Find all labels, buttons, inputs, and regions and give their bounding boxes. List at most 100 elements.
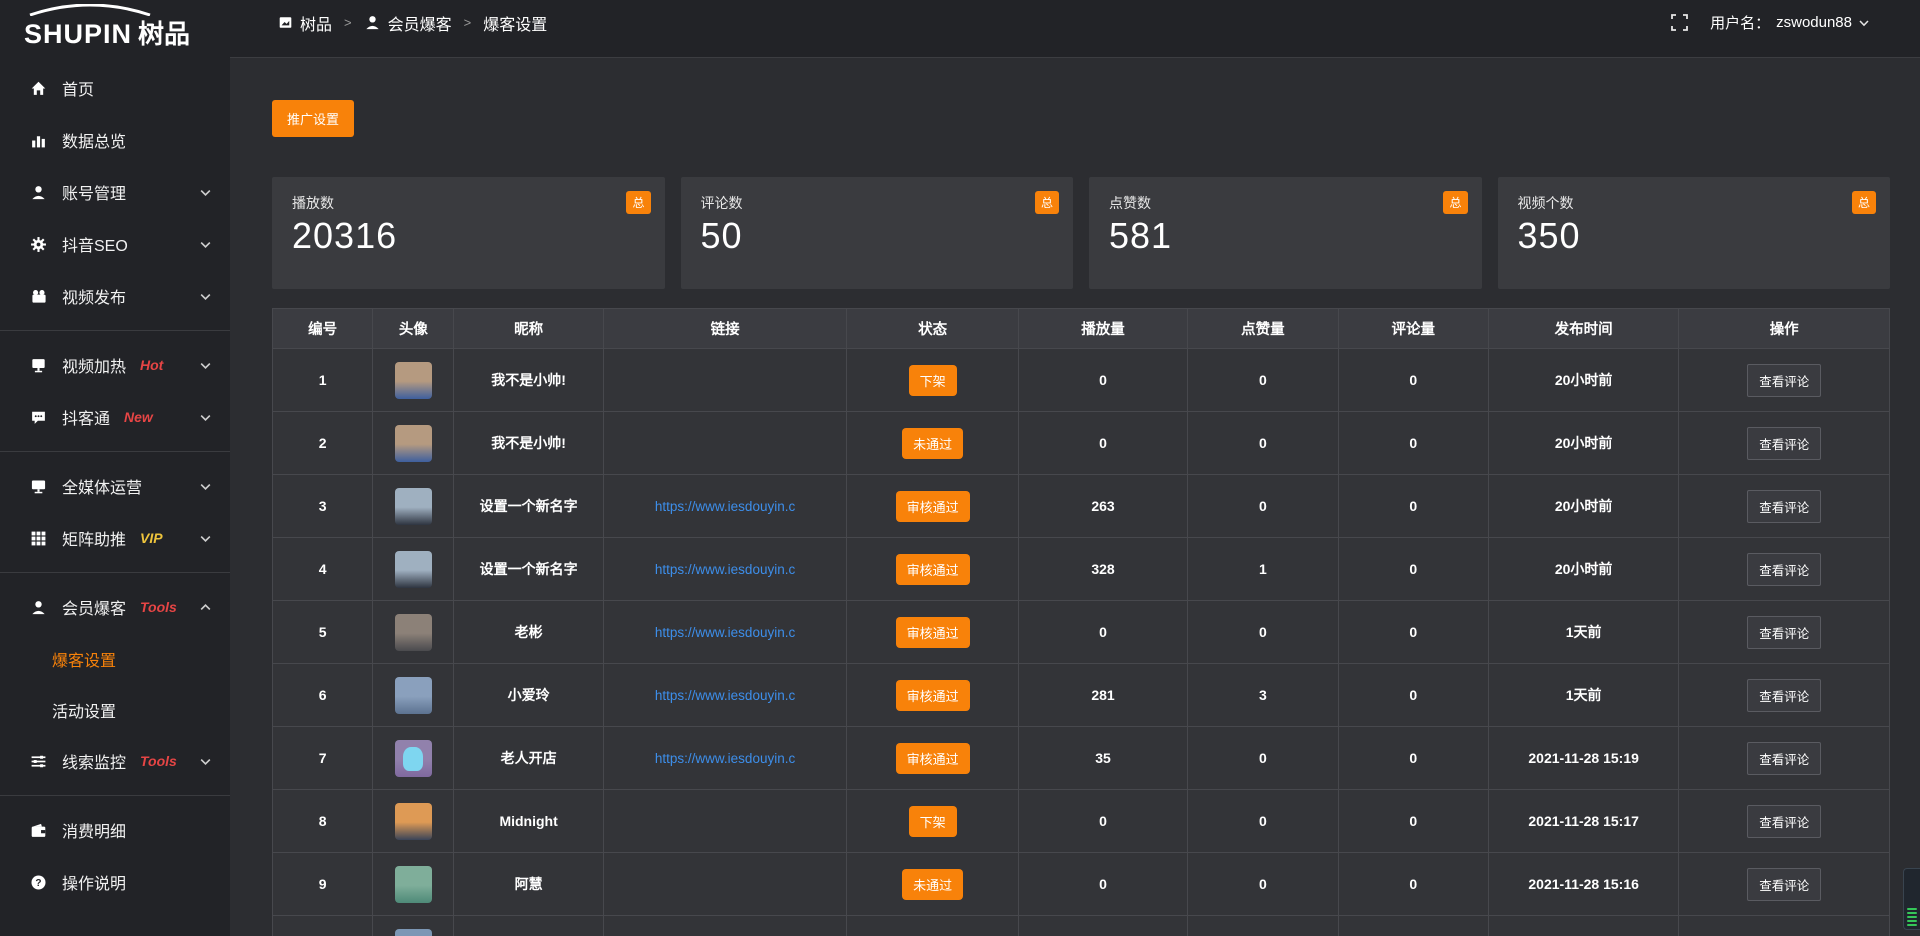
- table-row: 2我不是小帅!未通过00020小时前查看评论: [273, 412, 1890, 475]
- view-comments-button[interactable]: 查看评论: [1747, 616, 1821, 649]
- cell-action: 查看评论: [1679, 853, 1890, 916]
- total-badge: 总: [1852, 191, 1876, 214]
- cell-publish-time: 1天前: [1488, 601, 1678, 664]
- cell-likes: 0: [1188, 790, 1338, 853]
- chat-icon: [30, 408, 48, 426]
- cell-publish-time: 20小时前: [1488, 475, 1678, 538]
- video-link[interactable]: https://www.iesdouyin.c: [608, 751, 843, 766]
- cell-publish-time: [1488, 916, 1678, 936]
- video-link[interactable]: https://www.iesdouyin.c: [608, 562, 843, 577]
- sidebar-item-操作说明[interactable]: ?操作说明: [0, 856, 230, 908]
- video-link[interactable]: https://www.iesdouyin.c: [608, 499, 843, 514]
- sidebar-item-badge: New: [124, 409, 153, 425]
- cell-plays: 0: [1018, 790, 1187, 853]
- cell-nickname: 阿慧: [454, 853, 603, 916]
- equalizer-bar: [1907, 924, 1917, 926]
- sidebar-item-消费明细[interactable]: 消费明细: [0, 804, 230, 856]
- view-comments-button[interactable]: 查看评论: [1747, 490, 1821, 523]
- sidebar-subitem-活动设置[interactable]: 活动设置: [0, 684, 230, 735]
- cell-comments: 0: [1338, 601, 1488, 664]
- breadcrumb-separator: >: [464, 15, 472, 30]
- sidebar-item-全媒体运营[interactable]: 全媒体运营: [0, 460, 230, 512]
- cell-status: 审核通过: [847, 475, 1018, 538]
- breadcrumb-item-爆客设置: 爆客设置: [483, 11, 547, 35]
- cell-action: 查看评论: [1679, 349, 1890, 412]
- status-badge: 审核通过: [896, 680, 970, 711]
- cell-publish-time: 20小时前: [1488, 412, 1678, 475]
- avatar: [395, 425, 432, 462]
- view-comments-button[interactable]: 查看评论: [1747, 364, 1821, 397]
- view-comments-button[interactable]: 查看评论: [1747, 742, 1821, 775]
- doc-icon: [278, 15, 293, 30]
- svg-text:?: ?: [35, 878, 41, 889]
- sidebar-divider: [0, 330, 230, 331]
- view-comments-button[interactable]: 查看评论: [1747, 679, 1821, 712]
- cell-number: 5: [273, 601, 373, 664]
- cell-comments: 0: [1338, 475, 1488, 538]
- chevron-down-icon: [199, 532, 212, 545]
- sidebar-item-首页[interactable]: 首页: [0, 62, 230, 114]
- avatar: [395, 551, 432, 588]
- video-link[interactable]: https://www.iesdouyin.c: [608, 625, 843, 640]
- sidebar-item-label: 抖客通: [62, 405, 110, 429]
- avatar-figure: [403, 747, 423, 771]
- fullscreen-icon[interactable]: [1671, 14, 1688, 31]
- home-icon: [30, 79, 48, 97]
- sidebar-item-数据总览[interactable]: 数据总览: [0, 114, 230, 166]
- stat-card-label: 评论数: [701, 193, 1054, 213]
- cell-nickname: 老人开店: [454, 727, 603, 790]
- cell-status: [847, 916, 1018, 936]
- cell-publish-time: 2021-11-28 15:16: [1488, 853, 1678, 916]
- equalizer-bar: [1907, 908, 1917, 910]
- view-comments-button[interactable]: 查看评论: [1747, 553, 1821, 586]
- sidebar-item-badge: VIP: [140, 530, 163, 546]
- sidebar-item-抖音SEO[interactable]: 抖音SEO: [0, 218, 230, 270]
- cell-plays: 0: [1018, 349, 1187, 412]
- status-badge: 未通过: [902, 869, 963, 900]
- cell-plays: 0: [1018, 412, 1187, 475]
- view-comments-button[interactable]: 查看评论: [1747, 805, 1821, 838]
- avatar: [395, 677, 432, 714]
- breadcrumb-item-会员爆客[interactable]: 会员爆客: [364, 11, 452, 35]
- cell-link: https://www.iesdouyin.c: [603, 538, 847, 601]
- promotion-settings-button[interactable]: 推广设置: [272, 100, 354, 137]
- stat-card-label: 播放数: [292, 193, 645, 213]
- sidebar-item-badge: Hot: [140, 357, 163, 373]
- sidebar: SHUPIN树品 首页数据总览账号管理抖音SEO视频发布视频加热Hot抖客通Ne…: [0, 0, 230, 936]
- stat-cards: 播放数20316总评论数50总点赞数581总视频个数350总: [272, 177, 1890, 289]
- chevron-down-icon: [199, 480, 212, 493]
- cell-status: 审核通过: [847, 601, 1018, 664]
- cell-likes: 0: [1188, 853, 1338, 916]
- cell-plays: 281: [1018, 664, 1187, 727]
- stat-card-value: 20316: [292, 215, 645, 257]
- sidebar-item-账号管理[interactable]: 账号管理: [0, 166, 230, 218]
- cell-link: https://www.iesdouyin.c: [603, 664, 847, 727]
- video-link[interactable]: https://www.iesdouyin.c: [608, 688, 843, 703]
- sidebar-subitem-爆客设置[interactable]: 爆客设置: [0, 633, 230, 684]
- sidebar-item-抖客通[interactable]: 抖客通 New: [0, 391, 230, 443]
- chevron-down-icon: [199, 238, 212, 251]
- view-comments-button[interactable]: 查看评论: [1747, 427, 1821, 460]
- sidebar-item-会员爆客[interactable]: 会员爆客Tools: [0, 581, 230, 633]
- corner-overlay-widget[interactable]: [1903, 868, 1920, 930]
- cell-publish-time: 2021-11-28 15:17: [1488, 790, 1678, 853]
- avatar: [395, 803, 432, 840]
- user-icon: [364, 14, 381, 31]
- topbar-right: 用户名：zswodun88: [1671, 12, 1870, 33]
- table-row: 5老彬https://www.iesdouyin.c审核通过0001天前查看评论: [273, 601, 1890, 664]
- chevron-down-icon: [199, 186, 212, 199]
- sidebar-item-矩阵助推[interactable]: 矩阵助推VIP: [0, 512, 230, 564]
- user-menu[interactable]: 用户名：zswodun88: [1710, 12, 1870, 33]
- topbar: 树品>会员爆客>爆客设置 用户名：zswodun88: [230, 0, 1920, 58]
- grid-icon: [30, 529, 48, 547]
- breadcrumb-item-树品[interactable]: 树品: [278, 11, 332, 35]
- cell-comments: 0: [1338, 790, 1488, 853]
- sidebar-item-线索监控[interactable]: 线索监控Tools: [0, 735, 230, 787]
- sidebar-item-视频加热[interactable]: 视频加热Hot: [0, 339, 230, 391]
- sidebar-item-视频发布[interactable]: 视频发布: [0, 270, 230, 322]
- user-icon: [30, 598, 48, 616]
- cell-plays: 35: [1018, 727, 1187, 790]
- column-header-点赞量: 点赞量: [1188, 309, 1338, 349]
- view-comments-button[interactable]: 查看评论: [1747, 868, 1821, 901]
- cell-number: 1: [273, 349, 373, 412]
